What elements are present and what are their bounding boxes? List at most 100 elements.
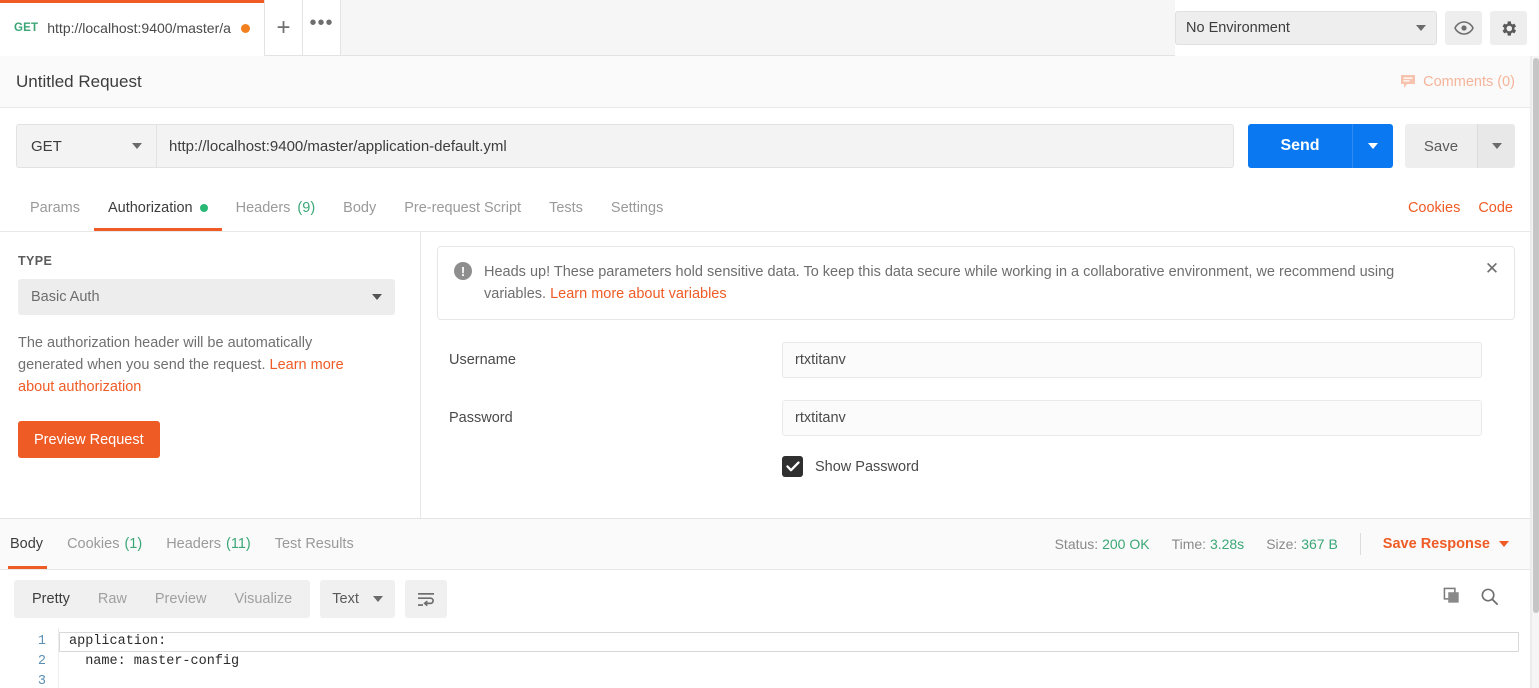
time-label: Time: xyxy=(1171,536,1207,552)
request-tab-url: http://localhost:9400/master/a... xyxy=(47,20,232,36)
copy-icon xyxy=(1443,587,1459,603)
environment-quick-look-button[interactable] xyxy=(1445,11,1482,45)
http-method-select[interactable]: GET xyxy=(16,124,156,168)
save-response-button[interactable]: Save Response xyxy=(1383,536,1523,552)
url-input-value: http://localhost:9400/master/application… xyxy=(169,137,507,155)
request-tab[interactable]: GET http://localhost:9400/master/a... xyxy=(0,0,265,56)
new-tab-button[interactable]: + xyxy=(265,0,303,55)
preview-request-button[interactable]: Preview Request xyxy=(18,421,160,458)
format-select[interactable]: Text xyxy=(320,580,395,618)
request-tab-method: GET xyxy=(14,22,39,34)
tab-authorization-label: Authorization xyxy=(107,199,193,216)
sensitive-data-banner: ! Heads up! These parameters hold sensit… xyxy=(437,246,1515,320)
username-row: Username rtxtitanv xyxy=(437,342,1515,378)
line-number: 3 xyxy=(37,674,46,688)
authorization-active-dot-icon xyxy=(199,203,208,212)
auth-description-text: The authorization header will be automat… xyxy=(18,335,313,373)
response-tab-headers[interactable]: Headers (11) xyxy=(154,519,263,569)
tab-options-button[interactable]: ••• xyxy=(303,0,341,55)
authorization-panel: TYPE Basic Auth The authorization header… xyxy=(0,232,1531,518)
tab-params[interactable]: Params xyxy=(16,184,94,231)
tab-authorization[interactable]: Authorization xyxy=(93,184,222,231)
password-label: Password xyxy=(449,410,513,426)
word-wrap-button[interactable] xyxy=(404,580,447,618)
tab-body-label: Body xyxy=(343,199,377,216)
view-mode-raw[interactable]: Raw xyxy=(84,584,141,614)
save-response-label: Save Response xyxy=(1382,536,1490,552)
size-label: Size: xyxy=(1266,536,1298,552)
chevron-down-icon xyxy=(132,143,142,149)
copy-button[interactable] xyxy=(1443,587,1462,611)
tab-headers[interactable]: Headers (9) xyxy=(222,184,330,231)
code-link[interactable]: Code xyxy=(1478,200,1513,216)
time-badge: Time: 3.28s xyxy=(1172,536,1245,552)
response-tab-cookies-label: Cookies xyxy=(67,536,120,552)
save-group: Save xyxy=(1405,124,1515,168)
password-input[interactable]: rtxtitanv xyxy=(782,400,1482,436)
view-mode-visualize[interactable]: Visualize xyxy=(220,584,306,614)
response-tab-body[interactable]: Body xyxy=(0,519,55,569)
comments-label: Comments (0) xyxy=(1423,73,1515,90)
unsaved-indicator-icon xyxy=(241,23,250,33)
auth-type-select[interactable]: Basic Auth xyxy=(18,279,395,315)
chevron-down-icon xyxy=(1416,25,1426,31)
show-password-checkbox[interactable] xyxy=(782,456,803,477)
username-value: rtxtitanv xyxy=(795,352,846,368)
send-button[interactable]: Send xyxy=(1248,124,1352,168)
auth-type-value: Basic Auth xyxy=(31,289,100,305)
chevron-down-icon xyxy=(372,596,383,602)
response-body-code[interactable]: 1 2 3 application: name: master-config xyxy=(0,628,1531,688)
username-input[interactable]: rtxtitanv xyxy=(782,342,1482,378)
request-tabs-right: Cookies Code xyxy=(1408,184,1515,231)
cookies-link[interactable]: Cookies xyxy=(1408,200,1460,216)
environment-select[interactable]: No Environment xyxy=(1175,11,1437,45)
response-tab-headers-label: Headers xyxy=(166,536,221,552)
chevron-down-icon xyxy=(372,294,382,300)
view-mode-pretty[interactable]: Pretty xyxy=(18,584,84,614)
vertical-scrollbar[interactable] xyxy=(1531,56,1539,688)
status-badge: Status: 200 OK xyxy=(1055,536,1150,552)
request-title-row: Untitled Request Comments (0) xyxy=(0,56,1531,108)
comments-button[interactable]: Comments (0) xyxy=(1400,74,1515,90)
status-value: 200 OK xyxy=(1102,536,1150,552)
code-gutter: 1 2 3 xyxy=(0,628,58,688)
format-select-value: Text xyxy=(332,591,359,607)
url-input[interactable]: http://localhost:9400/master/application… xyxy=(156,124,1234,168)
time-value: 3.28s xyxy=(1209,536,1245,552)
tab-pre-request-script[interactable]: Pre-request Script xyxy=(390,184,535,231)
close-icon[interactable]: ✕ xyxy=(1482,259,1502,279)
banner-text: Heads up! These parameters hold sensitiv… xyxy=(484,261,1439,305)
word-wrap-icon xyxy=(417,593,434,607)
password-row: Password rtxtitanv xyxy=(437,400,1515,436)
comment-icon xyxy=(1401,75,1416,88)
save-options-button[interactable] xyxy=(1477,124,1515,168)
request-tabs: Params Authorization Headers (9) Body Pr… xyxy=(0,184,1531,232)
save-button[interactable]: Save xyxy=(1405,124,1477,168)
banner-link[interactable]: Learn more about variables xyxy=(550,286,727,302)
response-meta: Status: 200 OK Time: 3.28s Size: 367 B S… xyxy=(1055,519,1523,569)
code-line: application: xyxy=(69,634,167,649)
settings-button[interactable] xyxy=(1490,11,1527,45)
vertical-scrollbar-thumb[interactable] xyxy=(1533,58,1539,613)
line-number: 1 xyxy=(37,634,46,649)
tab-settings[interactable]: Settings xyxy=(597,184,677,231)
tab-settings-label: Settings xyxy=(610,199,664,216)
code-content[interactable]: application: name: master-config xyxy=(58,628,1531,688)
send-options-button[interactable] xyxy=(1352,124,1393,168)
response-tab-test-results[interactable]: Test Results xyxy=(263,519,366,569)
view-mode-preview[interactable]: Preview xyxy=(141,584,221,614)
chevron-down-icon xyxy=(1368,143,1378,149)
response-tab-cookies[interactable]: Cookies (1) xyxy=(55,519,154,569)
body-toolbar-right xyxy=(1443,587,1517,611)
tab-pre-request-script-label: Pre-request Script xyxy=(404,199,522,216)
check-icon xyxy=(785,461,800,472)
tab-tests[interactable]: Tests xyxy=(535,184,597,231)
eye-icon xyxy=(1453,21,1474,35)
response-tab-test-results-label: Test Results xyxy=(274,536,354,552)
environment-selected-label: No Environment xyxy=(1186,20,1290,36)
code-line: name: master-config xyxy=(69,654,240,669)
tab-body[interactable]: Body xyxy=(329,184,390,231)
search-button[interactable] xyxy=(1480,587,1499,611)
tab-tests-label: Tests xyxy=(549,199,583,216)
